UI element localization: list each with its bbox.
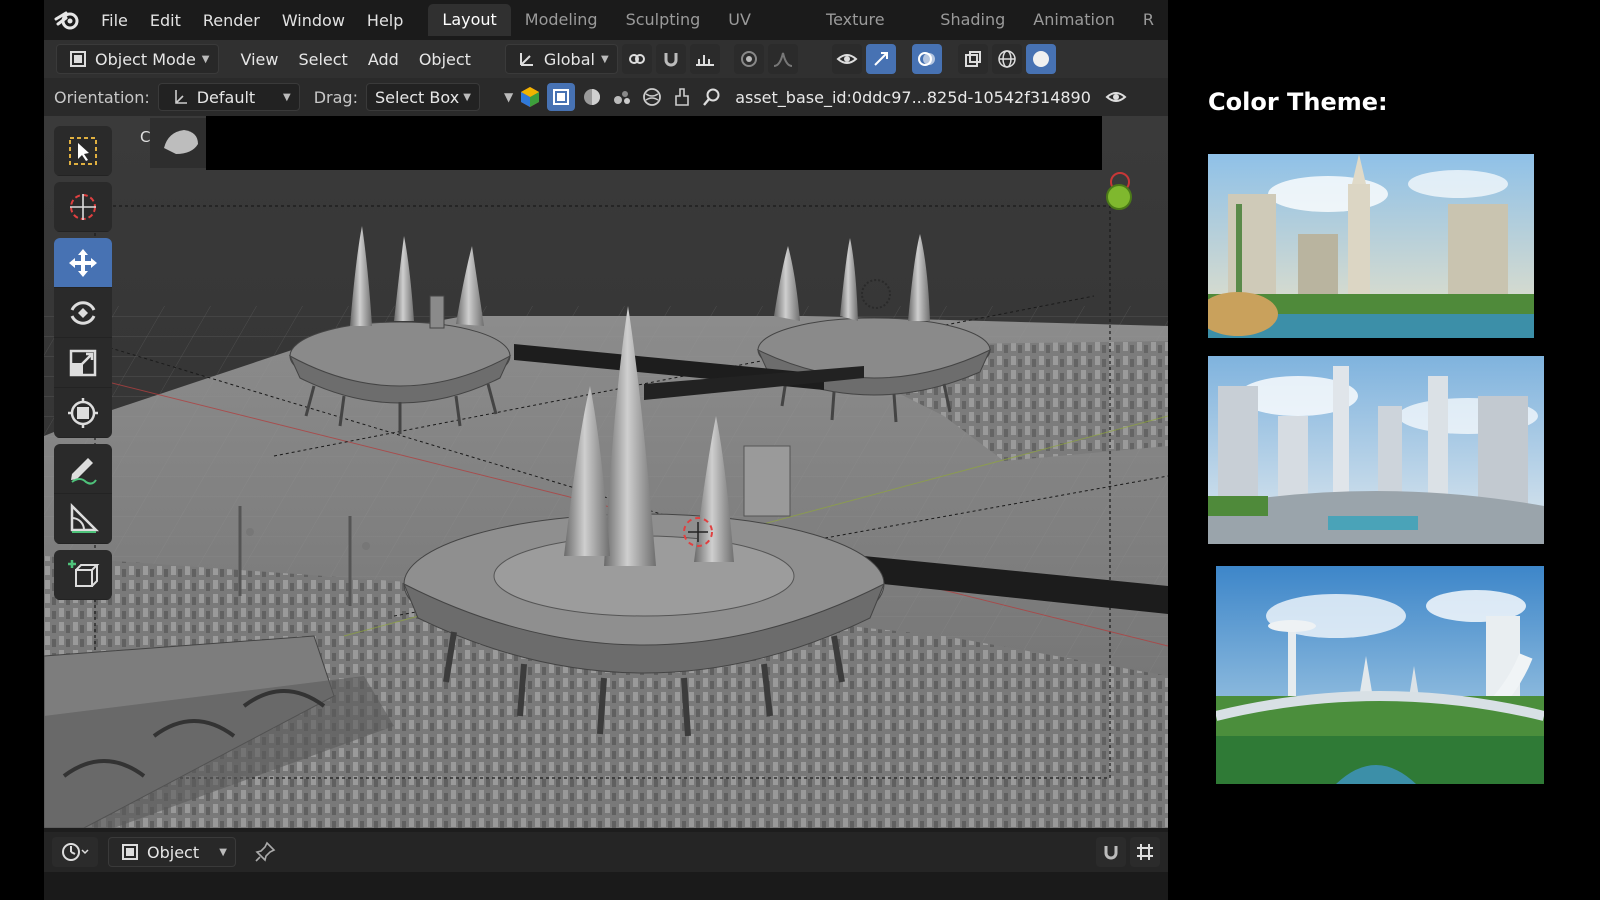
menu-help[interactable]: Help: [356, 11, 414, 30]
world-icon[interactable]: [639, 84, 665, 110]
drag-dropdown[interactable]: Select Box ▼: [365, 83, 480, 111]
menu-edit[interactable]: Edit: [139, 11, 192, 30]
transform-orientation-dropdown[interactable]: Global ▼: [504, 44, 618, 74]
tab-rendering-partial[interactable]: R: [1129, 4, 1168, 36]
menu-window[interactable]: Window: [271, 11, 356, 30]
chevron-down-icon[interactable]: ▼: [504, 90, 513, 104]
orientation-value: Default: [196, 87, 256, 107]
viewport-header: Object Mode ▼ View Select Add Object Glo…: [44, 40, 1168, 78]
transform-tool-icon[interactable]: [54, 388, 112, 438]
solid-shading-icon[interactable]: [1025, 44, 1056, 74]
pivot-point-icon[interactable]: [621, 44, 652, 74]
top-menu-bar: File Edit Render Window Help Layout Mode…: [44, 0, 1168, 61]
scale-tool-icon[interactable]: [54, 338, 112, 388]
3d-viewport[interactable]: C: [44, 116, 1168, 828]
move-tool-icon[interactable]: [54, 238, 112, 288]
material-sphere-icon[interactable]: [579, 84, 605, 110]
chevron-down-icon: ▼: [219, 846, 227, 858]
status-bar: [44, 872, 1168, 900]
tab-modeling[interactable]: Modeling: [511, 4, 612, 36]
overlays-icon[interactable]: [911, 44, 942, 74]
tool-group-annotate: [54, 444, 112, 544]
asset-preview-thumbnail: [150, 118, 210, 168]
object-mode-dropdown[interactable]: Object Mode ▼: [56, 44, 219, 74]
visibility-eye-icon[interactable]: [1103, 84, 1129, 110]
gizmo-toggle-icon[interactable]: [865, 44, 896, 74]
menu-object[interactable]: Object: [411, 44, 479, 74]
left-toolbar: [54, 126, 112, 606]
particles-icon[interactable]: [609, 84, 635, 110]
visibility-eye-icon[interactable]: [831, 44, 862, 74]
color-cube-icon[interactable]: [517, 84, 543, 110]
bottom-mode-dropdown[interactable]: Object ▼: [108, 837, 236, 867]
tool-group-select: [54, 126, 112, 176]
orientation-axes-icon: [514, 46, 540, 72]
workspace-tabs: Layout Modeling Sculpting UV Editing Tex…: [428, 0, 1168, 61]
cursor-tool-icon[interactable]: [54, 182, 112, 232]
drag-value: Select Box: [374, 87, 460, 107]
transform-orientation-label: Global: [543, 49, 595, 69]
drag-label: Drag:: [313, 87, 358, 107]
asset-search-input[interactable]: asset_base_id:0ddc97...825d-10542f314890: [735, 88, 1091, 107]
snap-magnet-icon[interactable]: [655, 44, 686, 74]
tool-settings-bar: Orientation: Default ▼ Drag: Select Box …: [44, 78, 1168, 116]
orientation-dropdown[interactable]: Default ▼: [157, 83, 300, 111]
object-mode-icon: [65, 46, 91, 72]
snap-increment-icon[interactable]: [689, 44, 720, 74]
gizmo-y-axis-icon[interactable]: [1106, 184, 1132, 210]
black-overlay-bar: [206, 116, 1102, 170]
menu-add[interactable]: Add: [360, 44, 407, 74]
tab-layout[interactable]: Layout: [428, 4, 511, 36]
reference-image-2: [1208, 356, 1544, 544]
reference-image-1: [1208, 154, 1534, 338]
menu-select[interactable]: Select: [290, 44, 355, 74]
chevron-down-icon: ▼: [600, 53, 609, 65]
viewport-info-text: C: [140, 128, 151, 146]
reference-image-3: [1216, 566, 1544, 784]
tab-texture-paint[interactable]: Texture Paint: [812, 4, 926, 61]
tab-shading[interactable]: Shading: [926, 4, 1019, 36]
rotate-tool-icon[interactable]: [54, 288, 112, 338]
color-theme-panel: Color Theme:: [1168, 0, 1600, 900]
editor-type-icon[interactable]: [52, 837, 98, 867]
tool-group-transform: [54, 238, 112, 438]
snap-magnet-icon[interactable]: [1096, 837, 1126, 867]
annotate-tool-icon[interactable]: [54, 444, 112, 494]
viewport-scene: [44, 116, 1168, 828]
proportional-edit-icon[interactable]: [733, 44, 764, 74]
blender-logo-icon[interactable]: [44, 0, 90, 40]
wireframe-shading-icon[interactable]: [991, 44, 1022, 74]
timeline-header: Object ▼: [44, 832, 1168, 872]
chevron-down-icon: ▼: [463, 91, 471, 103]
menu-view[interactable]: View: [233, 44, 287, 74]
chevron-down-icon: ▼: [201, 53, 210, 65]
chevron-down-icon: ▼: [283, 91, 291, 103]
pin-icon[interactable]: [252, 839, 278, 865]
orientation-default-icon: [167, 84, 193, 110]
search-icon[interactable]: [699, 84, 725, 110]
tab-sculpting[interactable]: Sculpting: [612, 4, 715, 36]
bottom-mode-label: Object: [147, 842, 200, 862]
xray-toggle-icon[interactable]: [957, 44, 988, 74]
orientation-label: Orientation:: [54, 87, 150, 107]
tool-group-add: [54, 550, 112, 600]
select-mode-icon[interactable]: [547, 83, 576, 111]
select-box-tool-icon[interactable]: [54, 126, 112, 176]
color-theme-title: Color Theme:: [1208, 88, 1388, 116]
falloff-curve-icon[interactable]: [767, 44, 798, 74]
measure-tool-icon[interactable]: [54, 494, 112, 544]
blender-window: File Edit Render Window Help Layout Mode…: [44, 0, 1168, 900]
tab-animation[interactable]: Animation: [1019, 4, 1129, 36]
object-mode-label: Object Mode: [95, 49, 196, 69]
brush-icon[interactable]: [669, 84, 695, 110]
menu-file[interactable]: File: [90, 11, 139, 30]
tab-uv-editing[interactable]: UV Editing: [714, 4, 812, 61]
object-icon: [117, 839, 143, 865]
add-cube-tool-icon[interactable]: [54, 550, 112, 600]
tool-group-cursor: [54, 182, 112, 232]
menu-render[interactable]: Render: [192, 11, 271, 30]
snap-grid-icon[interactable]: [1130, 837, 1160, 867]
